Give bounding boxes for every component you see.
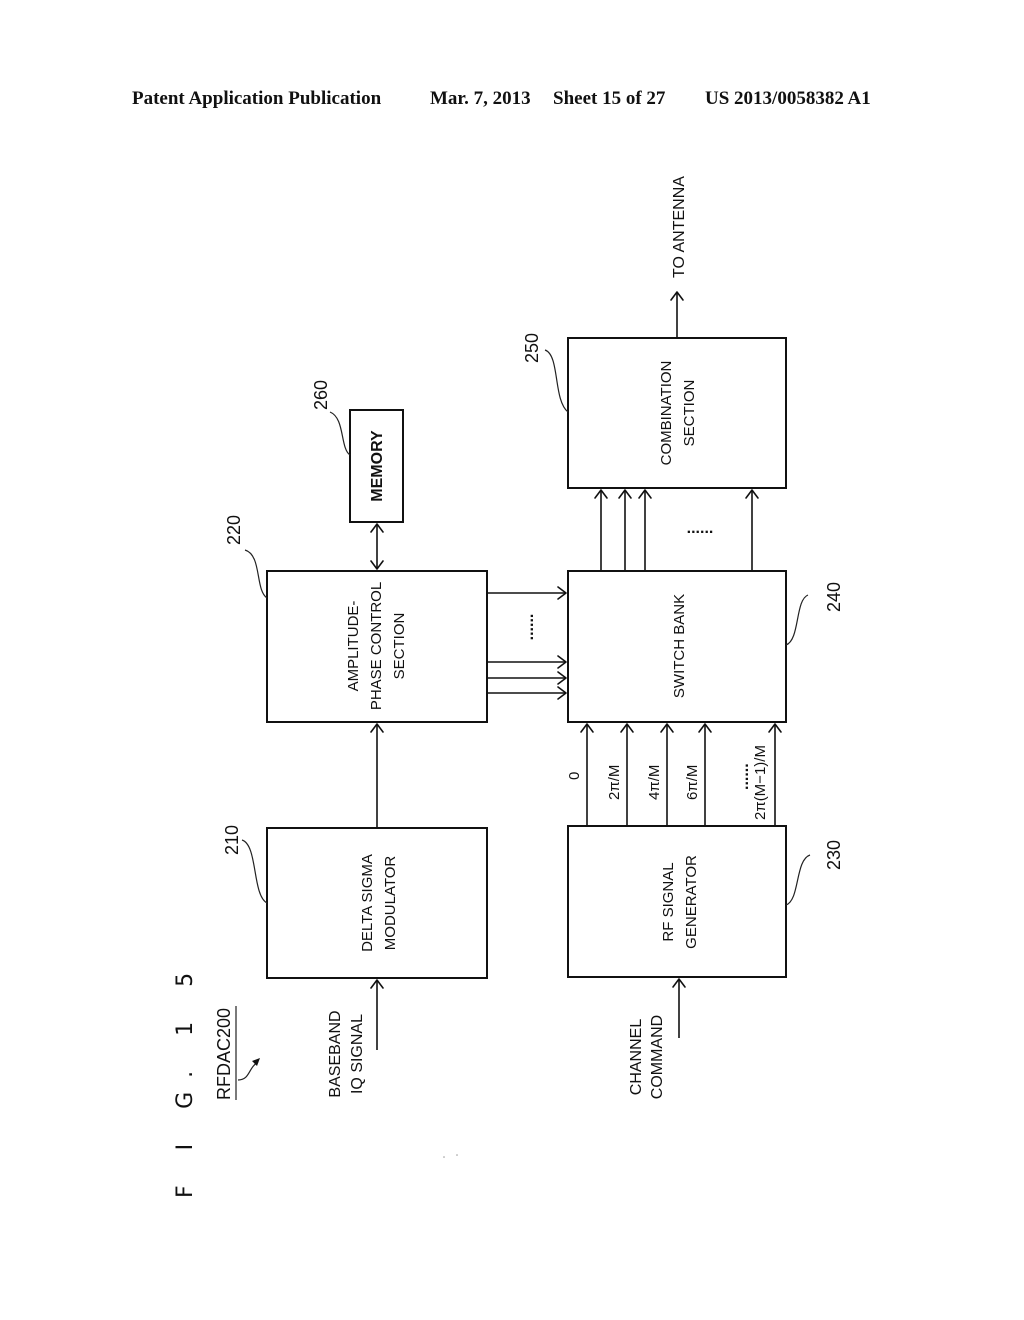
amplitude-phase-label-1: AMPLITUDE- xyxy=(345,601,362,692)
scan-speck xyxy=(456,1154,458,1156)
rf-generator-label-1: RF SIGNAL xyxy=(660,862,677,941)
block-diagram: F I G. 1 5 RFDAC200 MEMORY 260 AMPLITUDE… xyxy=(173,176,844,1198)
combination-ref: 250 xyxy=(522,333,542,363)
rf-signal-generator-block xyxy=(567,825,787,978)
delta-sigma-leader xyxy=(241,839,268,904)
memory-leader xyxy=(329,411,351,456)
switch-bank-leader xyxy=(785,594,809,646)
baseband-label-1: BASEBAND xyxy=(327,1010,344,1097)
phase-label: 2π(M−1)/M xyxy=(752,745,769,820)
control-ellipsis: ...... xyxy=(520,614,537,641)
figure-title: F I G. 1 5 xyxy=(173,959,198,1198)
memory-label: MEMORY xyxy=(369,430,386,502)
switch-output-ellipsis: ...... xyxy=(687,520,714,537)
amplitude-phase-leader xyxy=(244,549,268,599)
delta-sigma-label-2: MODULATOR xyxy=(382,856,399,951)
switch-output-lines: ...... xyxy=(594,489,759,571)
memory-ref: 260 xyxy=(311,380,331,410)
control-lines: ...... xyxy=(487,586,567,700)
combination-label-2: SECTION xyxy=(681,380,698,447)
rf-generator-leader xyxy=(785,854,811,906)
antenna-label: TO ANTENNA xyxy=(671,176,688,278)
delta-sigma-label-1: DELTA SIGMA xyxy=(359,854,376,952)
phase-ellipsis: ...... xyxy=(735,763,752,790)
amplitude-phase-label-2: PHASE CONTROL xyxy=(368,582,385,710)
device-pointer-arrow xyxy=(237,1061,259,1081)
phase-lines: 0 2π/M 4π/M 6π/M 2π(M−1)/M...... xyxy=(566,723,782,826)
rf-generator-ref: 230 xyxy=(824,840,844,870)
amplitude-phase-ref: 220 xyxy=(224,515,244,545)
channel-label-1: CHANNEL xyxy=(628,1019,645,1096)
combination-label-1: COMBINATION xyxy=(658,361,675,466)
delta-sigma-block xyxy=(266,827,488,979)
combination-block xyxy=(567,337,787,489)
delta-sigma-ref: 210 xyxy=(222,825,242,855)
device-pointer-arrowhead xyxy=(252,1058,260,1066)
phase-label: 4π/M xyxy=(646,765,663,800)
device-label-group: RFDAC200 xyxy=(214,1006,260,1100)
rf-generator-label-2: GENERATOR xyxy=(683,855,700,949)
phase-label: 2π/M xyxy=(606,765,623,800)
amplitude-phase-label-3: SECTION xyxy=(391,613,408,680)
baseband-label-2: IQ SIGNAL xyxy=(349,1014,366,1094)
scan-speck xyxy=(443,1156,445,1158)
device-label: RFDAC200 xyxy=(214,1008,234,1100)
switch-bank-label: SWITCH BANK xyxy=(671,594,688,698)
phase-label: 6π/M xyxy=(684,765,701,800)
switch-bank-ref: 240 xyxy=(824,582,844,612)
channel-label-2: COMMAND xyxy=(649,1015,666,1099)
combination-leader xyxy=(544,349,569,413)
phase-label: 0 xyxy=(566,772,583,780)
